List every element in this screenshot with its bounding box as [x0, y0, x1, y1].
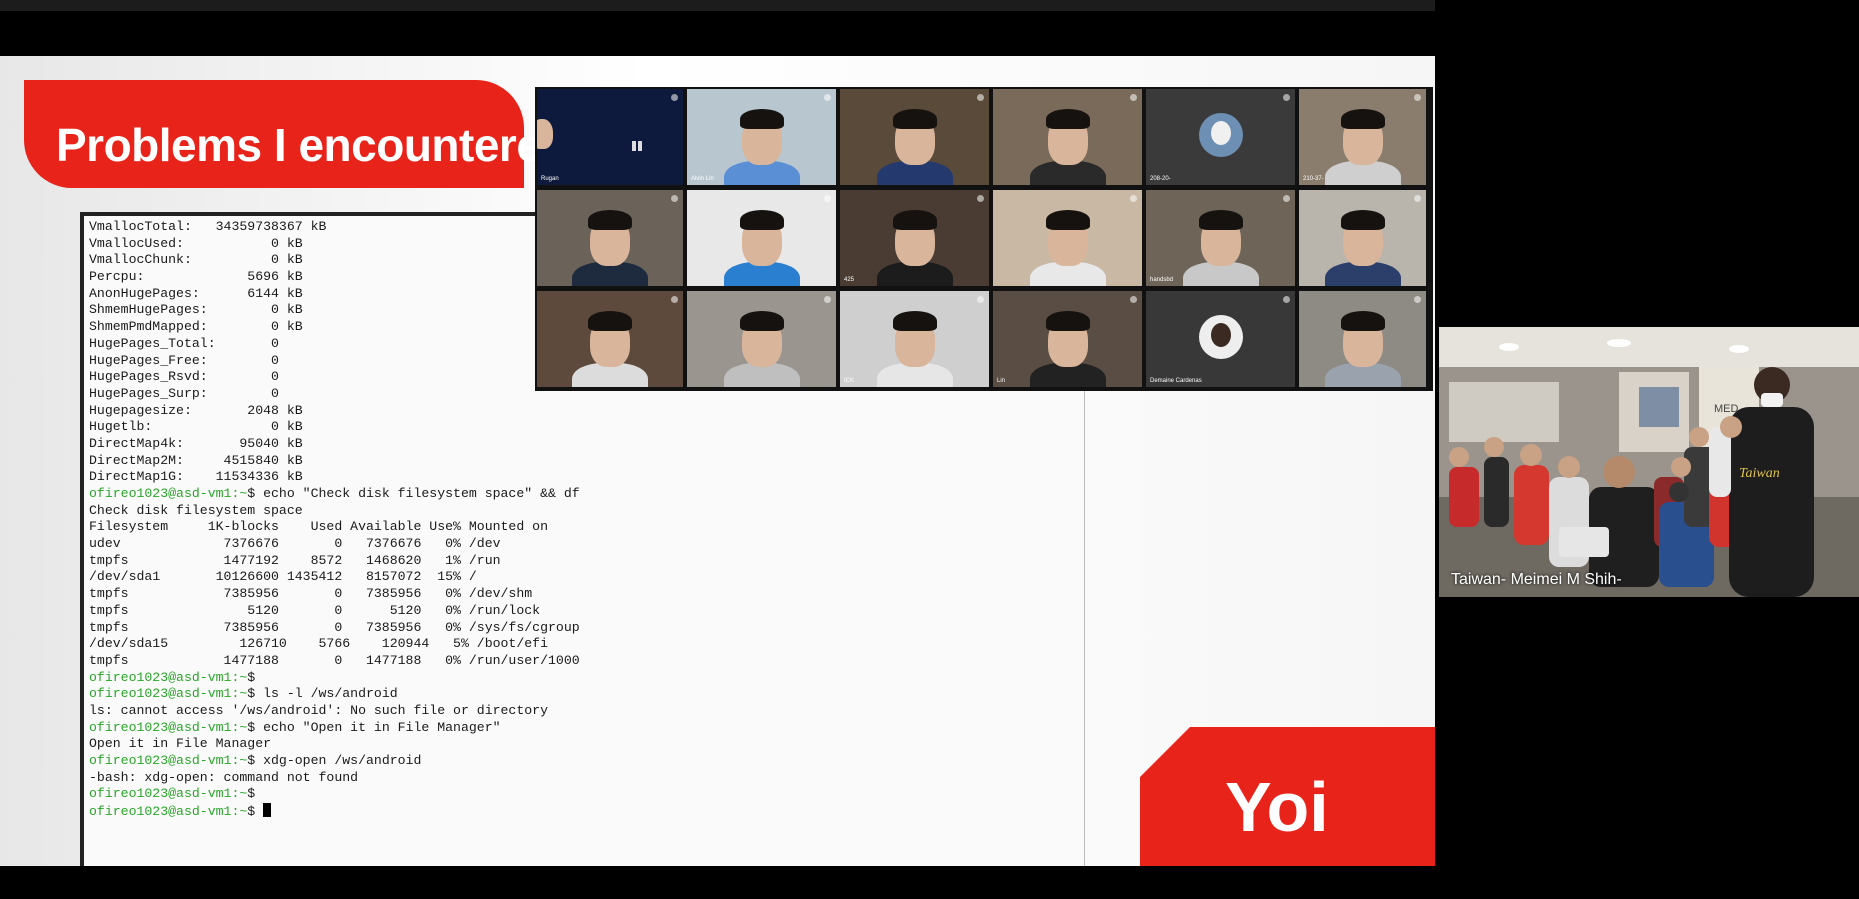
terminal-line: ls: cannot access '/ws/android': No such…: [89, 702, 548, 718]
presentation-slide: Problems I encountered VmallocTotal: 343…: [0, 56, 1435, 866]
participant-tile[interactable]: 425: [840, 190, 989, 286]
participant-caption: Taiwan- Meimei M Shih-: [1451, 571, 1622, 588]
participant-name: handsbd: [1150, 277, 1174, 283]
command-text: $: [247, 786, 256, 802]
participant-tile[interactable]: [993, 89, 1142, 185]
terminal-line: Open it in File Manager: [89, 736, 272, 752]
mic-status-icon: [671, 195, 678, 202]
participant-tile[interactable]: Rugan: [537, 89, 683, 185]
participant-name: 208-20-: [1150, 176, 1171, 182]
participant-tile[interactable]: Lin: [993, 291, 1142, 387]
shell-prompt: ofireo1023@asd-vm1:~: [89, 686, 248, 702]
command-text: $: [247, 804, 264, 820]
participant-name: Rugan: [541, 176, 559, 182]
terminal-cursor: [263, 803, 272, 818]
mic-status-icon: [1130, 296, 1137, 303]
terminal-line: tmpfs 7385956 0 7385956 0% /dev/shm: [89, 586, 533, 602]
participant-tile[interactable]: ICK: [840, 291, 989, 387]
title-banner: Problems I encountered: [24, 80, 570, 188]
terminal-line: udev 7376676 0 7376676 0% /dev: [89, 536, 501, 552]
participant-tile[interactable]: [537, 291, 683, 387]
terminal-line: DirectMap4k: 95040 kB: [89, 435, 303, 451]
terminal-line: ofireo1023@asd-vm1:~$ echo "Open it in F…: [89, 720, 1084, 737]
mic-status-icon: [977, 94, 984, 101]
shell-prompt: ofireo1023@asd-vm1:~: [89, 486, 248, 501]
command-text: $ echo "Open it in File Manager": [247, 719, 501, 735]
participant-name: 425: [844, 277, 855, 283]
shell-prompt: ofireo1023@asd-vm1:~: [89, 786, 248, 802]
participant-tile[interactable]: [1299, 190, 1426, 286]
participant-tile[interactable]: [840, 89, 989, 185]
video-conference-grid: Rugan Alvin Lin 208-20- 210-37- 425 handsbd IC…: [535, 87, 1433, 391]
mic-status-icon: [1283, 94, 1290, 101]
mic-status-icon: [824, 94, 831, 101]
terminal-line: tmpfs 7385956 0 7385956 0% /sys/fs/cgrou…: [89, 619, 580, 635]
mic-status-icon: [1414, 296, 1421, 303]
terminal-line: tmpfs 1477188 0 1477188 0% /run/user/100…: [89, 652, 580, 668]
terminal-line: ofireo1023@asd-vm1:~$ echo "Check disk f…: [89, 486, 1084, 503]
mic-status-icon: [671, 94, 678, 101]
mic-status-icon: [824, 296, 831, 303]
participant-tile[interactable]: [687, 190, 836, 286]
command-text: $ echo "Check disk filesystem space" && …: [247, 486, 580, 501]
terminal-line: DirectMap1G: 11534336 kB: [89, 469, 303, 485]
terminal-line: Hugetlb: 0 kB: [89, 419, 303, 435]
avatar: [1198, 113, 1243, 157]
participant-name: Lin: [997, 378, 1006, 384]
command-text: $: [247, 669, 256, 685]
top-bar: [0, 0, 1435, 11]
participant-tile[interactable]: [687, 291, 836, 387]
terminal-line: ofireo1023@asd-vm1:~$ xdg-open /ws/andro…: [89, 753, 1084, 770]
participant-name: ICK: [844, 378, 855, 384]
terminal-line: /dev/sda1 10126600 1435412 8157072 15% /: [89, 569, 477, 585]
terminal-line: ofireo1023@asd-vm1:~$: [89, 803, 1084, 820]
terminal-line: -bash: xdg-open: command not found: [89, 769, 359, 785]
shell-prompt: ofireo1023@asd-vm1:~: [89, 804, 248, 820]
mic-status-icon: [977, 296, 984, 303]
terminal-line: tmpfs 5120 0 5120 0% /run/lock: [89, 602, 541, 618]
slide-title: Problems I encountered: [56, 119, 570, 171]
shell-prompt: ofireo1023@asd-vm1:~: [89, 753, 248, 768]
svg-text:Taiwan: Taiwan: [1739, 466, 1780, 481]
mic-status-icon: [1130, 94, 1137, 101]
shell-prompt: ofireo1023@asd-vm1:~: [89, 719, 248, 735]
terminal-line: /dev/sda15 126710 5766 120944 5% /boot/e…: [89, 636, 548, 652]
terminal-line: ofireo1023@asd-vm1:~$: [89, 670, 1084, 687]
terminal-line: ofireo1023@asd-vm1:~$ ls -l /ws/android: [89, 686, 1084, 703]
mic-status-icon: [977, 195, 984, 202]
mic-status-icon: [1283, 195, 1290, 202]
terminal-line: tmpfs 1477192 8572 1468620 1% /run: [89, 552, 501, 568]
mic-status-icon: [1283, 296, 1290, 303]
room-scene: MED Taiwan: [1439, 327, 1859, 597]
participant-tile[interactable]: [993, 190, 1142, 286]
participant-tile[interactable]: 210-37-: [1299, 89, 1426, 185]
participant-tile[interactable]: [1299, 291, 1426, 387]
mic-status-icon: [1414, 94, 1421, 101]
participant-name: Demaine Cardenas: [1150, 378, 1202, 384]
command-text: $ ls -l /ws/android: [247, 686, 398, 702]
participant-tile[interactable]: Demaine Cardenas: [1146, 291, 1295, 387]
command-text: $ xdg-open /ws/android: [247, 753, 422, 768]
mic-status-icon: [671, 296, 678, 303]
mic-status-icon: [1414, 195, 1421, 202]
avatar: [1198, 315, 1243, 359]
terminal-line: Check disk filesystem space: [89, 502, 303, 518]
participant-name: 210-37-: [1303, 176, 1324, 182]
mic-status-icon: [1130, 195, 1137, 202]
participant-tile[interactable]: 208-20-: [1146, 89, 1295, 185]
shell-prompt: ofireo1023@asd-vm1:~: [89, 669, 248, 685]
terminal-line: DirectMap2M: 4515840 kB: [89, 452, 303, 468]
participant-tile[interactable]: [537, 190, 683, 286]
participant-tile[interactable]: handsbd: [1146, 190, 1295, 286]
participant-tile[interactable]: Alvin Lin: [687, 89, 836, 185]
terminal-line: ofireo1023@asd-vm1:~$: [89, 786, 1084, 803]
mic-status-icon: [824, 195, 831, 202]
terminal-line: Filesystem 1K-blocks Used Available Use%…: [89, 519, 548, 535]
participant-name: Alvin Lin: [691, 176, 714, 182]
side-video-feed: MED Taiwan Taiwan- Meimei M Shih-: [1439, 327, 1859, 597]
presenter-name: Yoi: [1225, 768, 1329, 846]
terminal-line: Hugepagesize: 2048 kB: [89, 402, 303, 418]
presenter-badge: Yoi: [1140, 727, 1435, 866]
